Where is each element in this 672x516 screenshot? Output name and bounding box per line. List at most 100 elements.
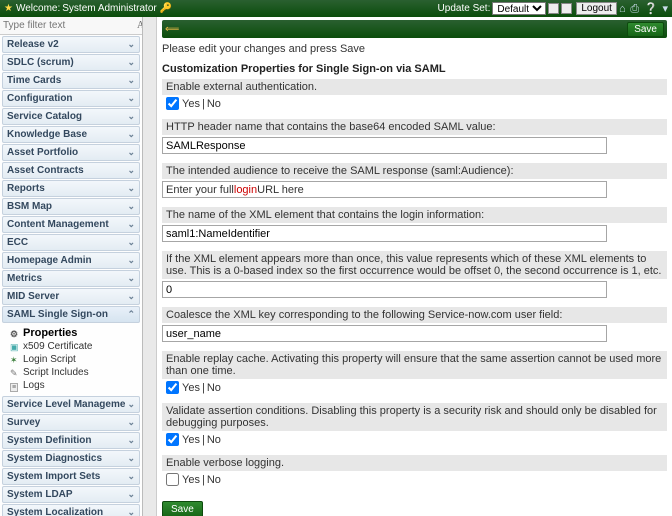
expand-icon[interactable]: ⌄ <box>127 453 135 464</box>
expand-icon[interactable]: ⌄ <box>127 471 135 482</box>
input-coalesce-user-field[interactable] <box>162 325 607 342</box>
expand-icon[interactable]: ⌄ <box>127 435 135 446</box>
expand-icon[interactable]: ⌄ <box>127 273 135 284</box>
expand-icon[interactable]: ⌄ <box>127 129 135 140</box>
module-sdlc-scrum-[interactable]: SDLC (scrum)⌄ <box>2 54 140 71</box>
module-bsm-map[interactable]: BSM Map⌄ <box>2 198 140 215</box>
module-saml-sso[interactable]: SAML Single Sign-on ⌃ <box>2 306 140 323</box>
script-icon <box>10 355 20 365</box>
certificate-icon <box>10 342 20 352</box>
prop-http-header-name: HTTP header name that contains the base6… <box>162 119 667 135</box>
module-homepage-admin[interactable]: Homepage Admin⌄ <box>2 252 140 269</box>
subitem-login-script[interactable]: Login Script <box>10 353 142 366</box>
module-service-catalog[interactable]: Service Catalog⌄ <box>2 108 140 125</box>
update-set-select[interactable]: Default <box>492 2 546 15</box>
header-utility-icons: ⌂ ⎙ ❔ ▾ <box>617 2 668 16</box>
subitem-script-includes[interactable]: Script Includes <box>10 366 142 379</box>
input-saml-audience[interactable]: Enter your full login URL here <box>162 181 607 198</box>
module-system-ldap[interactable]: System LDAP⌄ <box>2 486 140 503</box>
prop-verbose-logging: Enable verbose logging. <box>162 455 667 471</box>
prop-xml-element-index: If the XML element appears more than onc… <box>162 251 667 279</box>
expand-icon[interactable]: ⌄ <box>127 489 135 500</box>
subitem-x509-certificate[interactable]: x509 Certificate <box>10 340 142 353</box>
filter-size-small[interactable]: A <box>137 20 143 31</box>
input-xml-element-index[interactable] <box>162 281 607 298</box>
toolbar-back-icon[interactable]: ⟸ <box>165 24 179 35</box>
welcome-label: Welcome: <box>16 3 60 14</box>
current-user: System Administrator <box>62 3 156 14</box>
expand-icon[interactable]: ⌄ <box>127 183 135 194</box>
subitem-properties[interactable]: Properties <box>10 326 142 340</box>
module-system-import-sets[interactable]: System Import Sets⌄ <box>2 468 140 485</box>
log-icon <box>10 381 20 391</box>
gear-icon <box>10 328 20 338</box>
prop-enable-external-auth: Enable external authentication. <box>162 79 667 95</box>
expand-icon[interactable]: ⌄ <box>127 111 135 122</box>
prop-saml-audience: The intended audience to receive the SAM… <box>162 163 667 179</box>
logout-button[interactable]: Logout <box>576 2 617 15</box>
module-configuration[interactable]: Configuration⌄ <box>2 90 140 107</box>
debug-arrow-icon[interactable]: ▾ <box>662 3 668 15</box>
module-asset-portfolio[interactable]: Asset Portfolio⌄ <box>2 144 140 161</box>
updateset-view-icon[interactable] <box>548 3 559 14</box>
collapse-icon[interactable]: ⌃ <box>127 309 135 320</box>
module-release-v2[interactable]: Release v2⌄ <box>2 36 140 53</box>
checkbox-enable-replay-cache[interactable] <box>166 381 179 394</box>
module-mid-server[interactable]: MID Server⌄ <box>2 288 140 305</box>
expand-icon[interactable]: ⌄ <box>127 201 135 212</box>
input-http-header-name[interactable] <box>162 137 607 154</box>
form-title: Customization Properties for Single Sign… <box>162 63 667 75</box>
checkbox-verbose-logging[interactable] <box>166 473 179 486</box>
nav-filter-input[interactable] <box>3 20 135 31</box>
toolbar-save-button[interactable]: Save <box>627 22 664 37</box>
impersonate-key-icon[interactable]: 🔑 <box>160 3 172 14</box>
module-survey[interactable]: Survey⌄ <box>2 414 140 431</box>
expand-icon[interactable]: ⌄ <box>127 147 135 158</box>
module-ecc[interactable]: ECC⌄ <box>2 234 140 251</box>
checkbox-enable-external-auth[interactable] <box>166 97 179 110</box>
main-content: ⟸ Save Please edit your changes and pres… <box>157 17 672 516</box>
expand-icon[interactable]: ⌄ <box>127 399 135 410</box>
print-icon[interactable]: ⎙ <box>630 3 639 15</box>
module-knowledge-base[interactable]: Knowledge Base⌄ <box>2 126 140 143</box>
module-content-management[interactable]: Content Management⌄ <box>2 216 140 233</box>
star-icon: ★ <box>4 3 13 14</box>
left-nav: A A A ⇵ Release v2⌄SDLC (scrum)⌄Time Car… <box>0 17 143 516</box>
subitem-logs[interactable]: Logs <box>10 379 142 392</box>
expand-icon[interactable]: ⌄ <box>127 93 135 104</box>
expand-icon[interactable]: ⌄ <box>127 39 135 50</box>
form-toolbar: ⟸ Save <box>162 20 667 38</box>
prop-coalesce-user-field: Coalesce the XML key corresponding to th… <box>162 307 667 323</box>
top-banner: ★ Welcome: System Administrator 🔑 Update… <box>0 0 672 17</box>
expand-icon[interactable]: ⌄ <box>127 57 135 68</box>
nav-filter-bar: A A A ⇵ <box>0 17 142 35</box>
expand-icon[interactable]: ⌄ <box>127 255 135 266</box>
update-set-label: Update Set: <box>438 3 491 14</box>
expand-icon[interactable]: ⌄ <box>127 507 135 516</box>
checkbox-validate-assertion[interactable] <box>166 433 179 446</box>
module-asset-contracts[interactable]: Asset Contracts⌄ <box>2 162 140 179</box>
prop-xml-element-name: The name of the XML element that contain… <box>162 207 667 223</box>
module-system-diagnostics[interactable]: System Diagnostics⌄ <box>2 450 140 467</box>
updateset-settings-icon[interactable] <box>561 3 572 14</box>
expand-icon[interactable]: ⌄ <box>127 237 135 248</box>
home-icon[interactable]: ⌂ <box>619 3 626 15</box>
expand-icon[interactable]: ⌄ <box>127 165 135 176</box>
expand-icon[interactable]: ⌄ <box>127 417 135 428</box>
column-gutter[interactable] <box>143 17 157 516</box>
module-time-cards[interactable]: Time Cards⌄ <box>2 72 140 89</box>
module-service-level-management[interactable]: Service Level Management⌄ <box>2 396 140 413</box>
expand-icon[interactable]: ⌄ <box>127 291 135 302</box>
help-icon[interactable]: ❔ <box>644 3 658 15</box>
module-system-definition[interactable]: System Definition⌄ <box>2 432 140 449</box>
prop-validate-assertion: Validate assertion conditions. Disabling… <box>162 403 667 431</box>
module-system-localization[interactable]: System Localization⌄ <box>2 504 140 516</box>
form-save-button[interactable]: Save <box>162 501 203 516</box>
module-metrics[interactable]: Metrics⌄ <box>2 270 140 287</box>
form-instruction: Please edit your changes and press Save <box>162 43 667 55</box>
expand-icon[interactable]: ⌄ <box>127 219 135 230</box>
module-reports[interactable]: Reports⌄ <box>2 180 140 197</box>
prop-enable-replay-cache: Enable replay cache. Activating this pro… <box>162 351 667 379</box>
expand-icon[interactable]: ⌄ <box>127 75 135 86</box>
input-xml-element-name[interactable] <box>162 225 607 242</box>
